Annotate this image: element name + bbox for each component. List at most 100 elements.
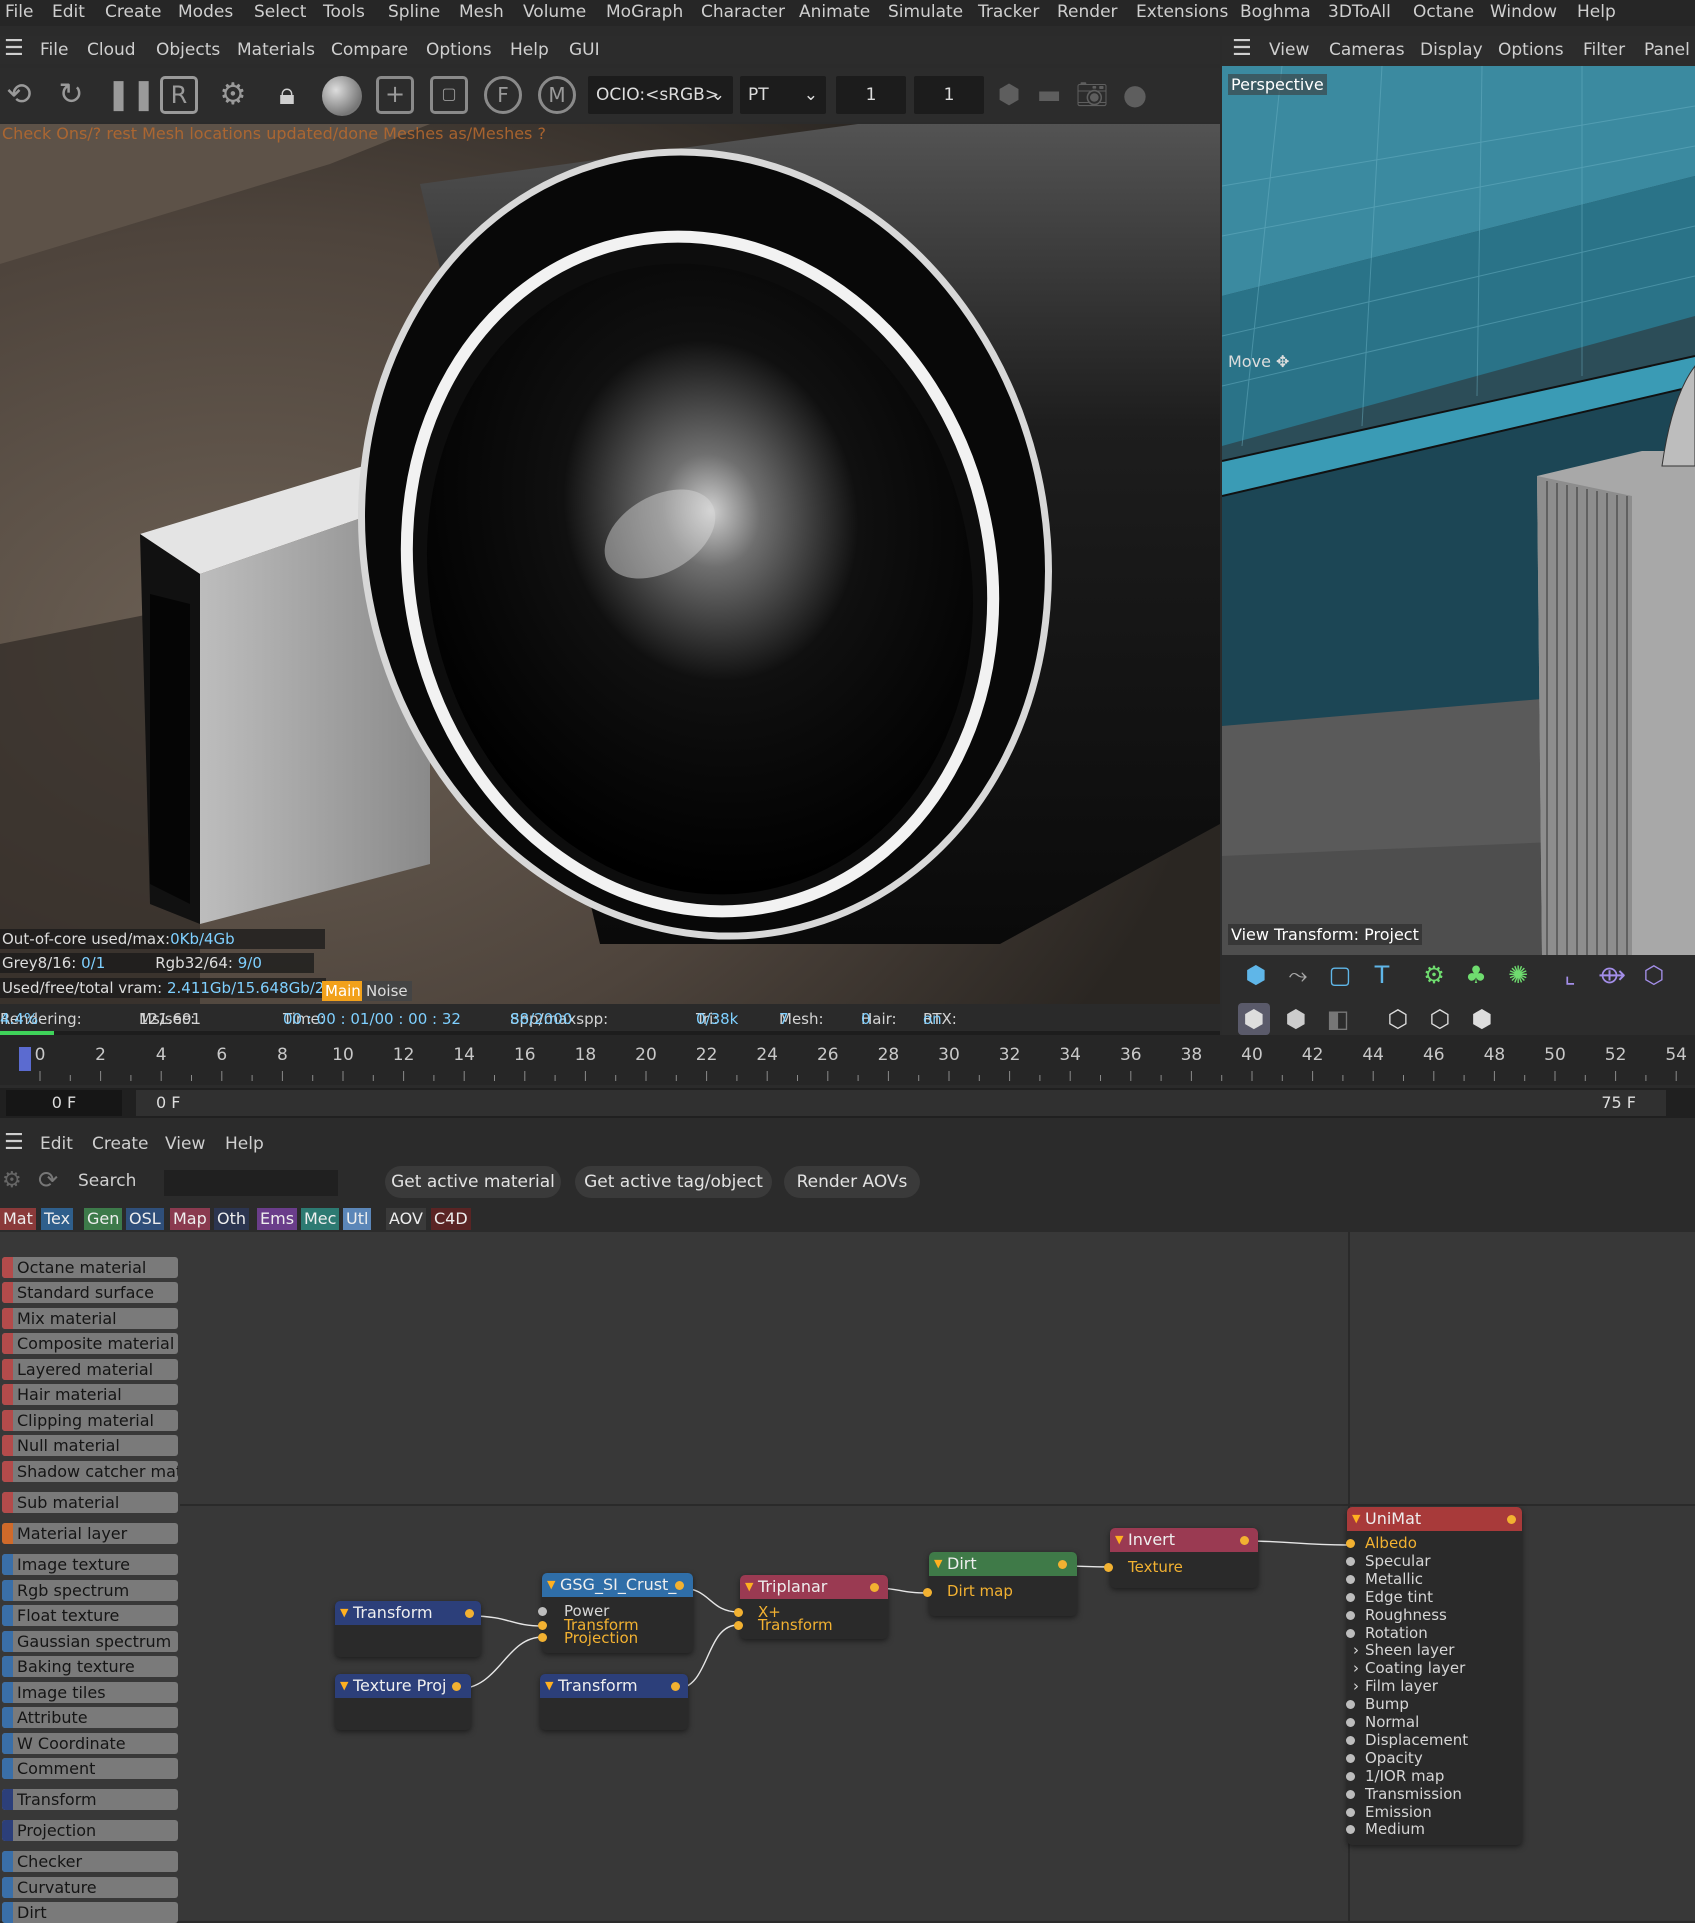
shading-icon[interactable]: ⬢ bbox=[1238, 1003, 1270, 1035]
bend-icon[interactable]: ⤳ bbox=[1282, 959, 1314, 991]
menu-tracker[interactable]: Tracker bbox=[978, 2, 1039, 22]
unimat-node[interactable]: UniMat AlbedoSpecularMetallicEdge tintRo… bbox=[1346, 1507, 1522, 1845]
output-port[interactable] bbox=[675, 1581, 684, 1590]
input-port[interactable] bbox=[538, 1607, 547, 1616]
rv-menu-file[interactable]: File bbox=[40, 40, 68, 60]
output-port[interactable] bbox=[1507, 1515, 1516, 1524]
menu-window[interactable]: Window bbox=[1490, 2, 1557, 22]
clay-mode-icon[interactable]: ▢ bbox=[430, 76, 468, 114]
category-tab-osl[interactable]: OSL bbox=[126, 1208, 164, 1230]
isoline-icon[interactable]: ◧ bbox=[1322, 1003, 1354, 1035]
input-port[interactable] bbox=[1346, 1610, 1355, 1620]
node-header[interactable]: Invert bbox=[1110, 1528, 1258, 1552]
frame-range-slider[interactable]: 0 F 75 F bbox=[136, 1090, 1666, 1116]
menu-mograph[interactable]: MoGraph bbox=[606, 2, 683, 22]
cube-icon[interactable]: ⬢ bbox=[1240, 959, 1272, 991]
menu-tools[interactable]: Tools bbox=[323, 2, 365, 22]
hamburger-icon[interactable]: ☰ bbox=[4, 36, 24, 61]
input-port[interactable] bbox=[1346, 1807, 1355, 1817]
text-icon[interactable]: T bbox=[1366, 959, 1398, 991]
input-port[interactable] bbox=[1346, 1771, 1355, 1781]
category-tab-aov[interactable]: AOV bbox=[386, 1208, 426, 1230]
rv-menu-gui[interactable]: GUI bbox=[569, 40, 600, 60]
menu-simulate[interactable]: Simulate bbox=[888, 2, 963, 22]
menu-extensions[interactable]: Extensions bbox=[1136, 2, 1228, 22]
tag-icon[interactable]: ⬡ bbox=[1638, 959, 1670, 991]
rv-menu-options[interactable]: Options bbox=[426, 40, 492, 60]
viewport[interactable]: Perspective Move ✥ View Transform: Proje… bbox=[1222, 66, 1695, 955]
input-port[interactable] bbox=[734, 1608, 743, 1617]
chevron-right-icon[interactable]: › bbox=[1353, 1642, 1359, 1659]
menu-boghma[interactable]: Boghma bbox=[1240, 2, 1311, 22]
points-mode-icon[interactable]: ⬡ bbox=[1382, 1003, 1414, 1035]
node-graph[interactable]: Octane material Standard surface Mix mater… bbox=[0, 1232, 1695, 1923]
gsg-texture-node[interactable]: GSG_SI_Crust_ Power Transform Projection bbox=[538, 1573, 693, 1653]
polygons-mode-icon[interactable]: ⬢ bbox=[1466, 1003, 1498, 1035]
menu-animate[interactable]: Animate bbox=[799, 2, 870, 22]
rv-menu-compare[interactable]: Compare bbox=[331, 40, 408, 60]
category-tab-ems[interactable]: Ems bbox=[257, 1208, 298, 1230]
menu-volume[interactable]: Volume bbox=[523, 2, 586, 22]
chevron-right-icon[interactable]: › bbox=[1353, 1678, 1359, 1695]
menu-octane[interactable]: Octane bbox=[1413, 2, 1474, 22]
motion-m-icon[interactable]: M bbox=[538, 76, 576, 114]
settings-gear-icon[interactable]: ⚙ bbox=[214, 76, 252, 114]
rv-menu-cloud[interactable]: Cloud bbox=[87, 40, 136, 60]
ne-menu-view[interactable]: View bbox=[165, 1134, 205, 1154]
box-icon[interactable]: ▬ bbox=[1030, 76, 1068, 114]
input-port[interactable] bbox=[1346, 1825, 1355, 1835]
playhead[interactable] bbox=[19, 1047, 31, 1071]
menu-help[interactable]: Help bbox=[1577, 2, 1616, 22]
ne-menu-create[interactable]: Create bbox=[92, 1134, 149, 1154]
film-f-icon[interactable]: F bbox=[484, 76, 522, 114]
output-port[interactable] bbox=[452, 1682, 461, 1691]
lines-icon[interactable]: ⬢ bbox=[1280, 1003, 1312, 1035]
rv-menu-help[interactable]: Help bbox=[510, 40, 549, 60]
menu-create[interactable]: Create bbox=[105, 2, 162, 22]
vp-menu-options[interactable]: Options bbox=[1498, 40, 1564, 60]
node-header[interactable]: Transform bbox=[540, 1674, 688, 1698]
tab-main[interactable]: Main bbox=[322, 981, 364, 1001]
node-header[interactable]: Dirt bbox=[929, 1552, 1077, 1576]
menu-render[interactable]: Render bbox=[1057, 2, 1118, 22]
category-tab-gen[interactable]: Gen bbox=[84, 1208, 123, 1230]
node-header[interactable]: Texture Proj bbox=[335, 1674, 471, 1698]
get-active-tag-button[interactable]: Get active tag/object bbox=[575, 1166, 772, 1198]
output-port[interactable] bbox=[1240, 1536, 1249, 1545]
vp-menu-panel[interactable]: Panel bbox=[1644, 40, 1690, 60]
vp-menu-view[interactable]: View bbox=[1269, 40, 1309, 60]
input-port[interactable] bbox=[538, 1621, 547, 1630]
node-header[interactable]: UniMat bbox=[1347, 1507, 1522, 1531]
menu-character[interactable]: Character bbox=[701, 2, 785, 22]
rv-menu-objects[interactable]: Objects bbox=[156, 40, 220, 60]
sphere-preview-icon[interactable] bbox=[322, 76, 362, 116]
menu-modes[interactable]: Modes bbox=[178, 2, 233, 22]
plane-icon[interactable]: ▢ bbox=[1324, 959, 1356, 991]
effector-icon[interactable]: ✺ bbox=[1502, 959, 1534, 991]
rv-menu-materials[interactable]: Materials bbox=[237, 40, 315, 60]
fracture-icon[interactable]: ♣ bbox=[1460, 959, 1492, 991]
transform-node-1[interactable]: Transform bbox=[335, 1601, 481, 1657]
chevron-right-icon[interactable]: › bbox=[1353, 1660, 1359, 1677]
input-port[interactable] bbox=[1346, 1556, 1355, 1566]
value-field-1[interactable]: 1 bbox=[836, 76, 906, 114]
get-active-material-button[interactable]: Get active material bbox=[385, 1166, 561, 1198]
render-image[interactable] bbox=[0, 124, 1220, 1004]
menu-file[interactable]: File bbox=[5, 2, 33, 22]
transform-node-2[interactable]: Transform bbox=[540, 1674, 688, 1730]
pause-icon[interactable]: ❚❚ bbox=[106, 76, 156, 114]
gear-icon[interactable]: ⚙ bbox=[2, 1168, 22, 1193]
input-port[interactable] bbox=[1346, 1753, 1355, 1763]
input-port[interactable] bbox=[1346, 1718, 1355, 1727]
restart-render-icon[interactable]: ↻ bbox=[52, 76, 90, 114]
ne-menu-edit[interactable]: Edit bbox=[40, 1134, 73, 1154]
ne-menu-help[interactable]: Help bbox=[225, 1134, 264, 1154]
search-input[interactable] bbox=[164, 1170, 338, 1196]
add-icon[interactable]: + bbox=[376, 76, 414, 114]
category-tab-utl[interactable]: Utl bbox=[343, 1208, 372, 1230]
category-tab-mat[interactable]: Mat bbox=[0, 1208, 36, 1230]
input-port[interactable] bbox=[1346, 1539, 1355, 1548]
output-port[interactable] bbox=[1058, 1560, 1067, 1569]
render-aovs-button[interactable]: Render AOVs bbox=[784, 1166, 920, 1198]
input-port[interactable] bbox=[1346, 1628, 1355, 1638]
